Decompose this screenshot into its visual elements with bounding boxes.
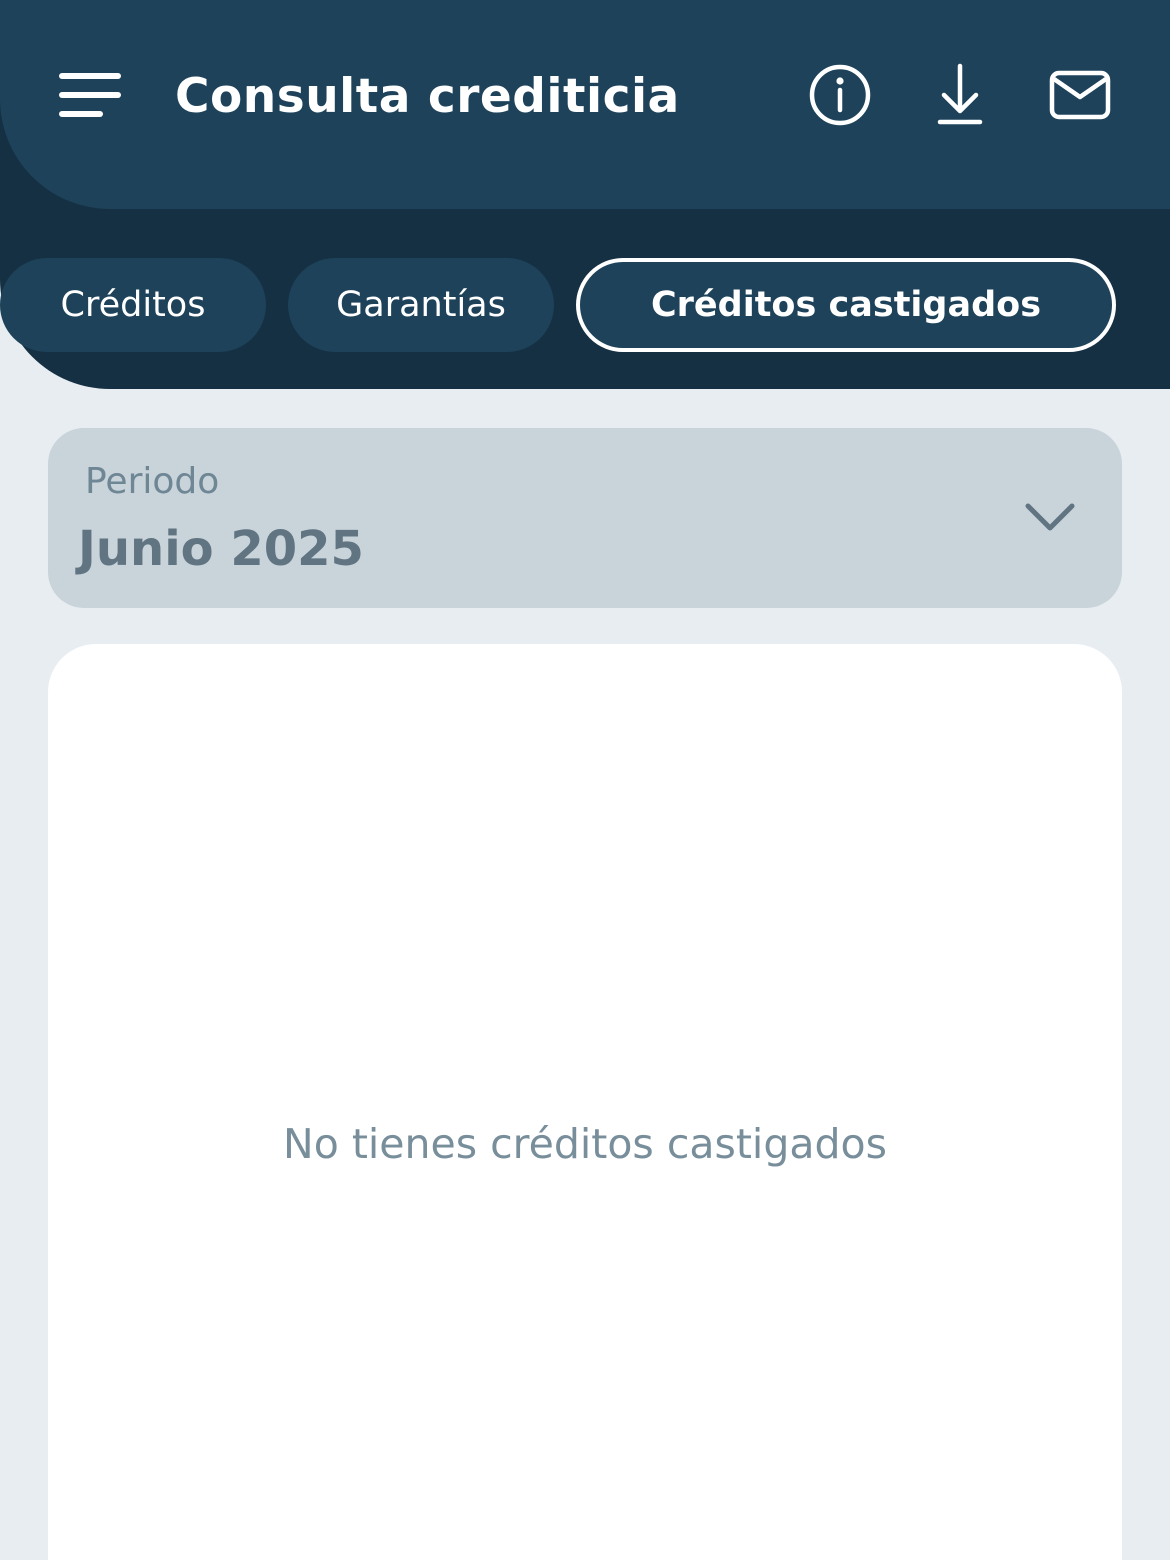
tab-creditos[interactable]: Créditos [0,258,266,352]
empty-state-message: No tienes créditos castigados [283,1120,887,1168]
menu-icon [59,73,121,117]
period-label: Periodo [85,461,220,502]
tab-garantias[interactable]: Garantías [288,258,554,352]
info-button[interactable] [804,59,876,131]
info-icon [809,64,871,126]
app-header: Consulta crediticia [0,0,1170,209]
results-card: No tienes créditos castigados [48,644,1122,1560]
mail-icon [1049,70,1111,120]
tab-creditos-castigados[interactable]: Créditos castigados [576,258,1116,352]
screen: Consulta crediticia Créditos Garantías C… [0,0,1170,1560]
period-value: Junio 2025 [78,521,364,577]
page-title: Consulta crediticia [175,69,680,124]
menu-button[interactable] [54,66,126,124]
mail-button[interactable] [1044,59,1116,131]
download-icon [937,63,983,125]
download-button[interactable] [924,59,996,131]
chevron-down-icon [1025,503,1075,531]
period-dropdown[interactable]: Periodo Junio 2025 [48,428,1122,608]
